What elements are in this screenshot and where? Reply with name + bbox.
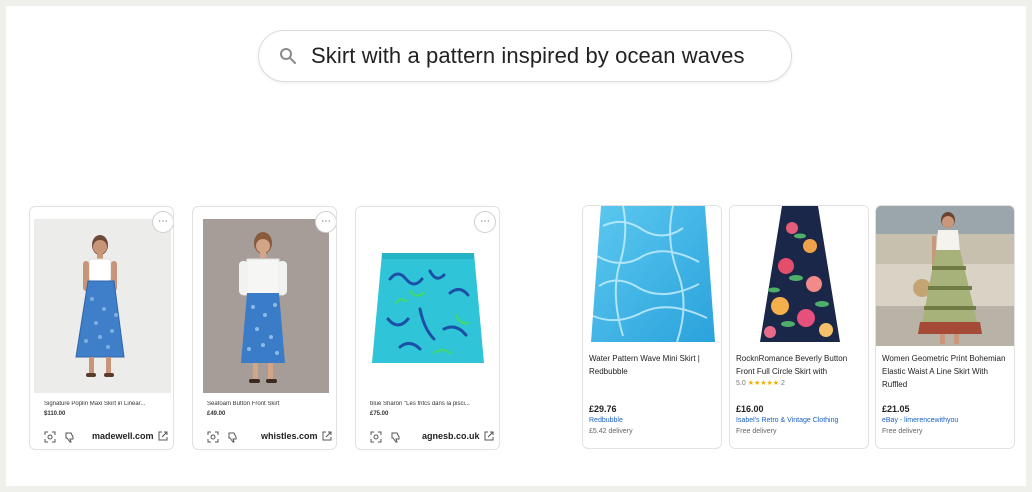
external-link-icon[interactable]: [158, 431, 168, 441]
product-image[interactable]: [34, 219, 171, 393]
product-card[interactable]: ⋯ blue Sharon "Les fritcs dans la pisci.…: [355, 206, 500, 450]
rating-stars: ★★★★★: [747, 380, 780, 387]
review-count: 2: [781, 380, 785, 387]
store-name[interactable]: madewell.com: [92, 431, 154, 441]
lens-icon[interactable]: [370, 431, 382, 443]
seller-link[interactable]: eBay - limerencewithyou: [882, 417, 958, 424]
card-actions: [207, 431, 239, 443]
thumbs-down-icon[interactable]: [390, 431, 402, 443]
seller-link[interactable]: Isabel's Retro & Vintage Clothing: [736, 417, 838, 424]
external-link-icon[interactable]: [484, 431, 494, 441]
thumbs-down-icon[interactable]: [64, 431, 76, 443]
card-actions: [44, 431, 76, 443]
product-image[interactable]: [876, 206, 1014, 346]
store-name[interactable]: agnesb.co.uk: [422, 431, 480, 441]
product-price: £16.00: [736, 404, 764, 414]
product-image[interactable]: [360, 219, 497, 393]
product-price: £49.00: [207, 411, 226, 417]
shopping-card[interactable]: RocknRomance Beverly Button Front Full C…: [729, 205, 869, 449]
product-title[interactable]: Water Pattern Wave Mini Skirt | Redbubbl…: [589, 352, 717, 378]
product-title[interactable]: Seafoam Button Front Skirt: [207, 401, 332, 407]
lens-icon[interactable]: [44, 431, 56, 443]
delivery-info: Free delivery: [882, 428, 923, 435]
product-title[interactable]: Signature Poplin Maxi Skirt in Linear...: [44, 401, 169, 407]
shopping-card[interactable]: Water Pattern Wave Mini Skirt | Redbubbl…: [582, 205, 722, 449]
product-card[interactable]: ⋯ Seafoam Button Front Skirt £49.00 whis…: [192, 206, 337, 450]
delivery-info: Free delivery: [736, 428, 777, 435]
search-bar[interactable]: Skirt with a pattern inspired by ocean w…: [258, 30, 792, 82]
product-title[interactable]: blue Sharon "Les fritcs dans la pisci...: [370, 401, 495, 407]
product-price: £29.76: [589, 404, 617, 414]
external-link-icon[interactable]: [322, 431, 332, 441]
search-icon: [280, 48, 296, 64]
more-options-icon[interactable]: ⋯: [315, 211, 336, 233]
store-link[interactable]: whistles.com: [261, 431, 332, 441]
more-options-icon[interactable]: ⋯: [474, 211, 496, 233]
product-price: £75.00: [370, 411, 389, 417]
product-title[interactable]: RocknRomance Beverly Button Front Full C…: [736, 352, 866, 378]
product-image[interactable]: [203, 219, 329, 393]
seller-link[interactable]: Redbubble: [589, 417, 623, 424]
product-image[interactable]: [583, 206, 721, 346]
product-image[interactable]: [730, 206, 868, 346]
product-price: £21.05: [882, 404, 910, 414]
store-name[interactable]: whistles.com: [261, 431, 318, 441]
more-options-icon[interactable]: ⋯: [152, 211, 173, 233]
card-actions: [370, 431, 402, 443]
delivery-info: £5.42 delivery: [589, 428, 633, 435]
shopping-card[interactable]: Women Geometric Print Bohemian Elastic W…: [875, 205, 1015, 449]
product-title[interactable]: Women Geometric Print Bohemian Elastic W…: [882, 352, 1012, 391]
product-price: $110.00: [44, 411, 66, 417]
search-query[interactable]: Skirt with a pattern inspired by ocean w…: [311, 43, 745, 69]
product-card[interactable]: ⋯ Signature Poplin Maxi Skirt in Linear.…: [29, 206, 174, 450]
thumbs-down-icon[interactable]: [227, 431, 239, 443]
rating-value: 5.0: [736, 380, 746, 387]
store-link[interactable]: madewell.com: [92, 431, 168, 441]
lens-icon[interactable]: [207, 431, 219, 443]
store-link[interactable]: agnesb.co.uk: [422, 431, 494, 441]
product-rating: 5.0 ★★★★★ 2: [736, 379, 785, 387]
